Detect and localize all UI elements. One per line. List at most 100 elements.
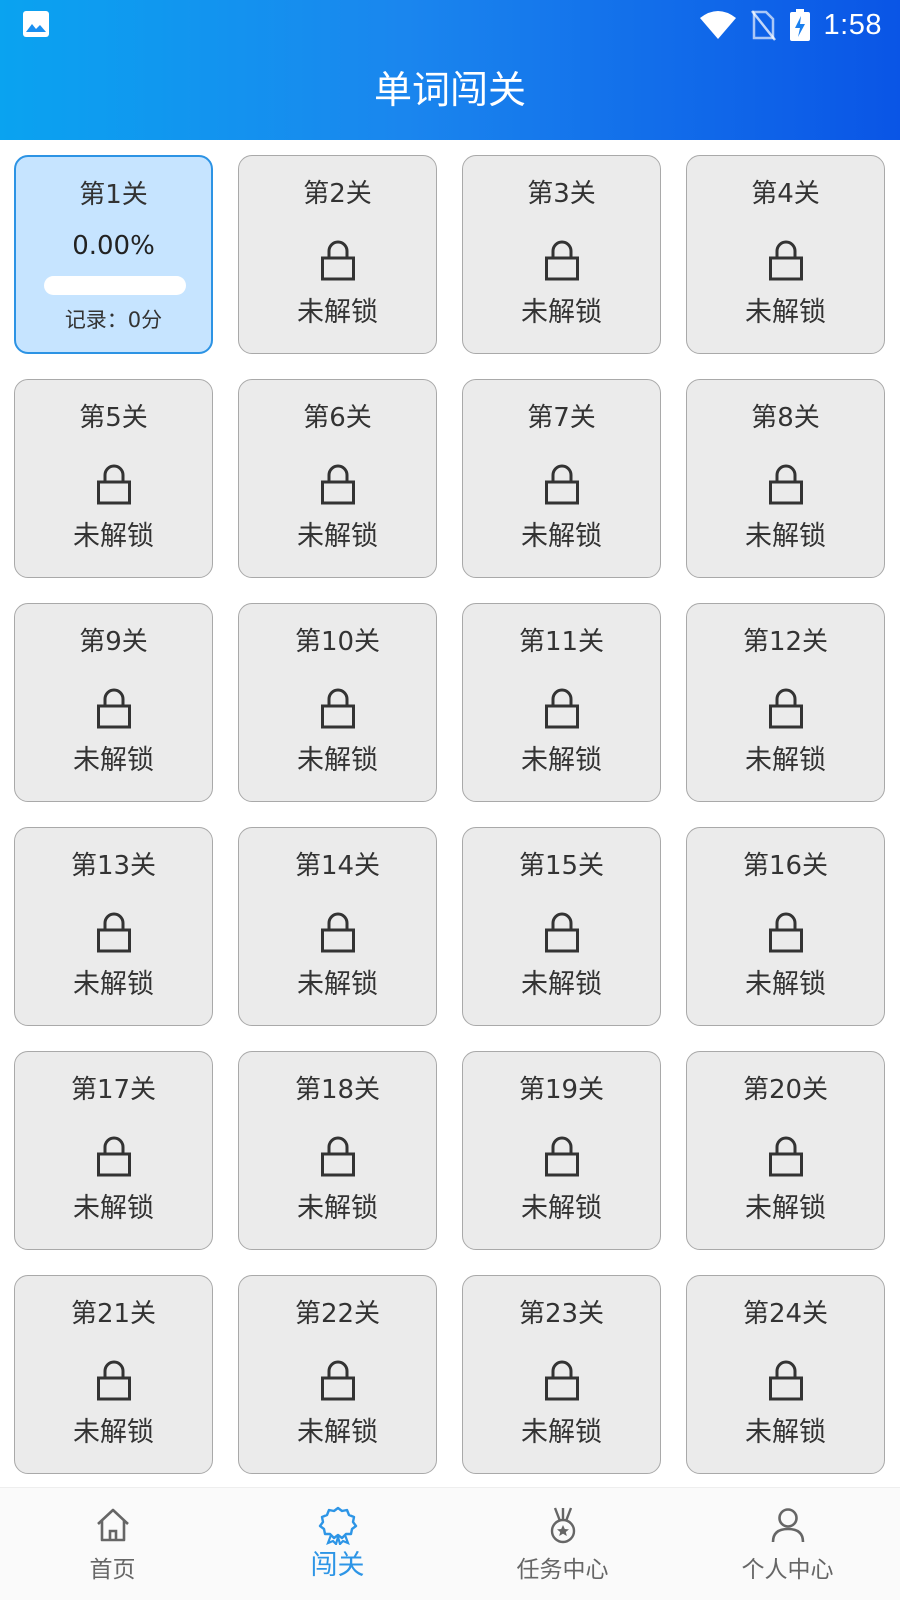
locked-label: 未解锁 [745,297,826,328]
locked-label: 未解锁 [297,1417,378,1448]
level-card[interactable]: 第3关未解锁 [462,155,661,354]
level-card[interactable]: 第6关未解锁 [238,379,437,578]
level-name: 第9关 [79,627,148,657]
level-name: 第15关 [518,851,605,881]
home-icon [93,1505,133,1545]
lock-icon [768,911,804,953]
lock-icon [544,1359,580,1401]
level-grid: 第1关 0.00% 记录：0分 第2关 未解锁 第3关 未解锁 第4关 未解锁 第5关 未解锁 第6关… [14,155,886,1474]
level-name: 第10关 [294,627,381,657]
lock-icon [96,911,132,953]
lock-icon [544,239,580,281]
level-name: 第8关 [751,403,820,433]
level-card[interactable]: 第18关未解锁 [238,1051,437,1250]
level-card[interactable]: 第16关 未解锁 [686,827,885,1026]
level-name: 第3关 [527,179,596,209]
level-card[interactable]: 第1关 0.00% 记录：0分 [14,155,213,354]
level-card[interactable]: 第19关 未解锁 [462,1051,661,1250]
locked-label: 未解锁 [521,1417,602,1448]
level-name: 第18关 [294,1075,381,1105]
status-time: 1:58 [823,8,882,41]
level-card[interactable]: 第13关未解锁 [14,827,213,1026]
level-name: 第7关 [527,403,596,433]
level-card[interactable]: 第15关未解锁 [462,827,661,1026]
level-name: 第6关 [303,403,372,433]
status-icons: 1:58 [699,6,882,44]
lock-icon [768,239,804,281]
image-icon [23,11,49,37]
locked-label: 未解锁 [521,745,602,776]
locked-label: 未解锁 [73,969,154,1000]
level-card[interactable]: 第9关 未解锁 [14,603,213,802]
award-badge-icon [318,1505,358,1547]
page-title: 单词闯关 [373,68,526,112]
locked-label: 未解锁 [297,297,378,328]
locked-label: 未解锁 [745,1193,826,1224]
level-name: 第14关 [294,851,381,881]
level-card[interactable]: 第2关 未解锁 [238,155,437,354]
level-card[interactable]: 第4关未解锁 [686,155,885,354]
bottom-nav: 首页 闯关 任务中心 个人中心 [0,1487,900,1600]
level-card[interactable]: 第20关未解锁 [686,1051,885,1250]
person-icon [768,1505,808,1545]
level-name: 第17关 [70,1075,157,1105]
lock-icon [768,1359,804,1401]
nav-label: 任务中心 [516,1557,609,1583]
locked-label: 未解锁 [297,1193,378,1224]
lock-icon [320,239,356,281]
level-card[interactable]: 第17关未解锁 [14,1051,213,1250]
level-card[interactable]: 第7关未解锁 [462,379,661,578]
level-card[interactable]: 第5关 未解锁 [14,379,213,578]
battery-charging-icon [789,9,810,41]
locked-label: 未解锁 [73,1193,154,1224]
level-name: 第21关 [70,1299,157,1329]
level-card[interactable]: 第11关未解锁 [462,603,661,802]
level-name: 第24关 [742,1299,829,1329]
nav-item[interactable]: 个人中心 [675,1488,900,1600]
locked-label: 未解锁 [297,745,378,776]
level-name: 第4关 [751,179,820,209]
locked-label: 未解锁 [297,521,378,552]
lock-icon [96,1135,132,1177]
level-name: 第13关 [70,851,157,881]
locked-label: 未解锁 [745,745,826,776]
lock-icon [768,1135,804,1177]
locked-label: 未解锁 [521,969,602,1000]
level-card[interactable]: 第24关未解锁 [686,1275,885,1474]
lock-icon [96,687,132,729]
locked-label: 未解锁 [73,1417,154,1448]
level-card[interactable]: 第21关未解锁 [14,1275,213,1474]
lock-icon [768,687,804,729]
level-card[interactable]: 第14关 未解锁 [238,827,437,1026]
level-name: 第22关 [294,1299,381,1329]
locked-label: 未解锁 [745,1417,826,1448]
level-name: 第11关 [518,627,605,657]
medal-icon [543,1505,583,1545]
lock-icon [544,687,580,729]
record-score: 记录：0分 [64,308,163,332]
lock-icon [320,1135,356,1177]
nav-item[interactable]: 任务中心 [450,1488,675,1600]
level-card[interactable]: 第10关未解锁 [238,603,437,802]
nav-item[interactable]: 闯关 [225,1488,450,1600]
level-name: 第12关 [742,627,829,657]
level-name: 第20关 [742,1075,829,1105]
nav-item[interactable]: 首页 [0,1488,225,1600]
level-card[interactable]: 第22关未解锁 [238,1275,437,1474]
header: 1:58 单词闯关 [0,0,900,140]
lock-icon [320,911,356,953]
level-card[interactable]: 第23关未解锁 [462,1275,661,1474]
level-card[interactable]: 第12关未解锁 [686,603,885,802]
level-name: 第1关 [79,180,148,210]
level-card[interactable]: 第8关未解锁 [686,379,885,578]
lock-icon [768,463,804,505]
locked-label: 未解锁 [521,521,602,552]
locked-label: 未解锁 [745,521,826,552]
locked-label: 未解锁 [73,521,154,552]
status-bar: 1:58 [0,0,900,50]
lock-icon [544,911,580,953]
level-name: 第16关 [742,851,829,881]
locked-label: 未解锁 [521,297,602,328]
lock-icon [96,1359,132,1401]
level-name: 第23关 [518,1299,605,1329]
